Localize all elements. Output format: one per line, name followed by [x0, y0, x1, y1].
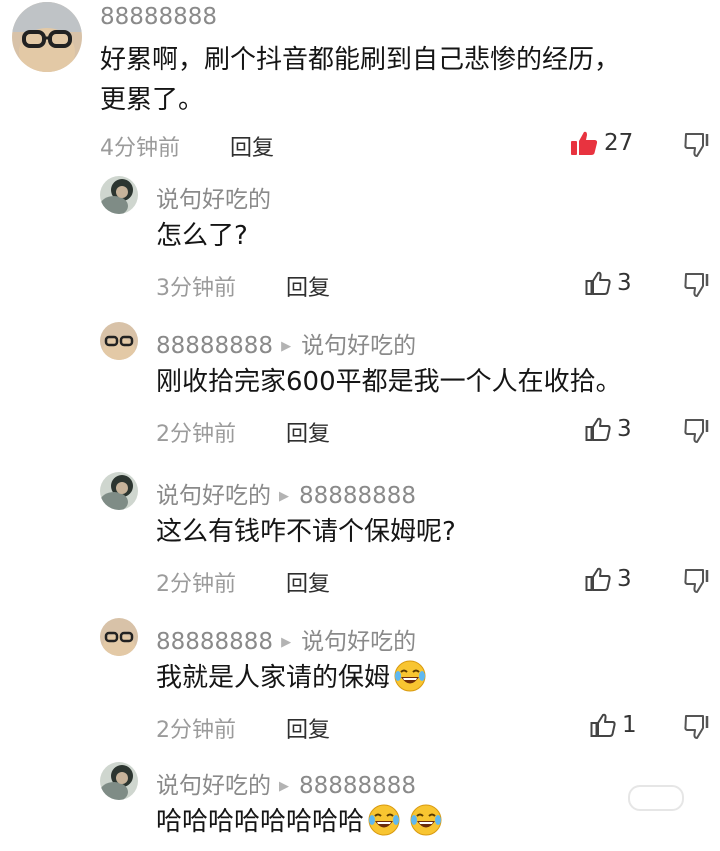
avatar[interactable] — [100, 762, 138, 800]
like-count: 27 — [604, 130, 634, 156]
avatar[interactable] — [100, 322, 138, 360]
reply-text: 哈哈哈哈哈哈哈哈 — [156, 807, 365, 837]
reply-button[interactable]: 回复 — [286, 270, 330, 302]
dislike-button[interactable] — [684, 418, 710, 448]
reply-to-username[interactable]: 88888888 — [299, 773, 416, 799]
laughing-crying-emoji — [394, 660, 426, 692]
thumbs-down-icon — [684, 273, 709, 297]
thumbs-up-icon — [585, 567, 611, 591]
reply-time: 2分钟前 — [156, 572, 236, 597]
like-count: 3 — [617, 566, 632, 592]
reply-time: 3分钟前 — [156, 276, 236, 301]
username-text[interactable]: 说句好吃的 — [156, 187, 271, 213]
reply-username[interactable]: 88888888 ▶ 说句好吃的 — [156, 326, 416, 360]
laughing-crying-emoji — [410, 804, 442, 836]
reply-username[interactable]: 说句好吃的 ▶ 88888888 — [156, 766, 416, 800]
reply-username[interactable]: 说句好吃的 — [156, 180, 271, 214]
thumbs-down-icon — [684, 419, 709, 443]
thumbs-up-icon — [585, 271, 611, 295]
comment-text-line2: 更累了。 — [100, 85, 205, 115]
reply-button[interactable]: 回复 — [286, 416, 330, 448]
thumbs-down-icon — [684, 133, 709, 157]
reply-text: 我就是人家请的保姆 — [156, 663, 391, 693]
avatar[interactable] — [100, 472, 138, 510]
like-count: 3 — [617, 416, 632, 442]
watermark-logo — [628, 785, 684, 811]
reply-to-username[interactable]: 说句好吃的 — [301, 333, 416, 359]
avatar[interactable] — [12, 2, 82, 72]
like-button[interactable]: 3 — [585, 270, 632, 296]
username-text[interactable]: 说句好吃的 — [156, 483, 271, 509]
reply-button[interactable]: 回复 — [230, 130, 274, 162]
dislike-button[interactable] — [684, 714, 710, 744]
reply-to-username[interactable]: 88888888 — [299, 483, 416, 509]
thumbs-up-icon — [571, 131, 598, 155]
comment-username[interactable]: 88888888 — [100, 4, 217, 30]
like-button[interactable]: 3 — [585, 416, 632, 442]
like-count: 1 — [622, 712, 637, 738]
reply-text: 刚收拾完家600平都是我一个人在收拾。 — [156, 367, 622, 397]
username-text[interactable]: 88888888 — [156, 333, 273, 359]
triangle-right-icon: ▶ — [281, 635, 292, 650]
thumbs-up-icon — [585, 417, 611, 441]
reply-button[interactable]: 回复 — [286, 566, 330, 598]
reply-time: 2分钟前 — [156, 718, 236, 743]
like-count: 3 — [617, 270, 632, 296]
comment-time: 4分钟前 — [100, 136, 180, 161]
thumbs-down-icon — [684, 569, 709, 593]
dislike-button[interactable] — [684, 568, 710, 598]
username-text[interactable]: 88888888 — [100, 4, 217, 30]
thumbs-down-icon — [684, 715, 709, 739]
like-button[interactable]: 27 — [570, 130, 633, 156]
avatar[interactable] — [100, 618, 138, 656]
reply-username[interactable]: 说句好吃的 ▶ 88888888 — [156, 476, 416, 510]
comment-text-line1: 好累啊，刷个抖音都能刷到自己悲惨的经历， — [100, 45, 621, 75]
reply-text-row: 哈哈哈哈哈哈哈哈 — [156, 802, 442, 842]
triangle-right-icon: ▶ — [279, 779, 289, 794]
reply-text: 怎么了? — [156, 221, 248, 251]
triangle-right-icon: ▶ — [281, 339, 292, 354]
dislike-button[interactable] — [684, 132, 710, 162]
thumbs-up-icon — [590, 713, 616, 737]
avatar[interactable] — [100, 176, 138, 214]
triangle-right-icon: ▶ — [279, 489, 289, 504]
dislike-button[interactable] — [684, 272, 710, 302]
like-button[interactable]: 1 — [590, 712, 637, 738]
reply-button[interactable]: 回复 — [286, 712, 330, 744]
reply-username[interactable]: 88888888 ▶ 说句好吃的 — [156, 622, 416, 656]
username-text[interactable]: 说句好吃的 — [156, 773, 271, 799]
reply-text: 这么有钱咋不请个保姆呢? — [156, 517, 456, 547]
like-button[interactable]: 3 — [585, 566, 632, 592]
reply-time: 2分钟前 — [156, 422, 236, 447]
reply-text-row: 我就是人家请的保姆 — [156, 658, 426, 698]
username-text[interactable]: 88888888 — [156, 629, 273, 655]
reply-to-username[interactable]: 说句好吃的 — [301, 629, 416, 655]
laughing-crying-emoji — [368, 804, 400, 836]
